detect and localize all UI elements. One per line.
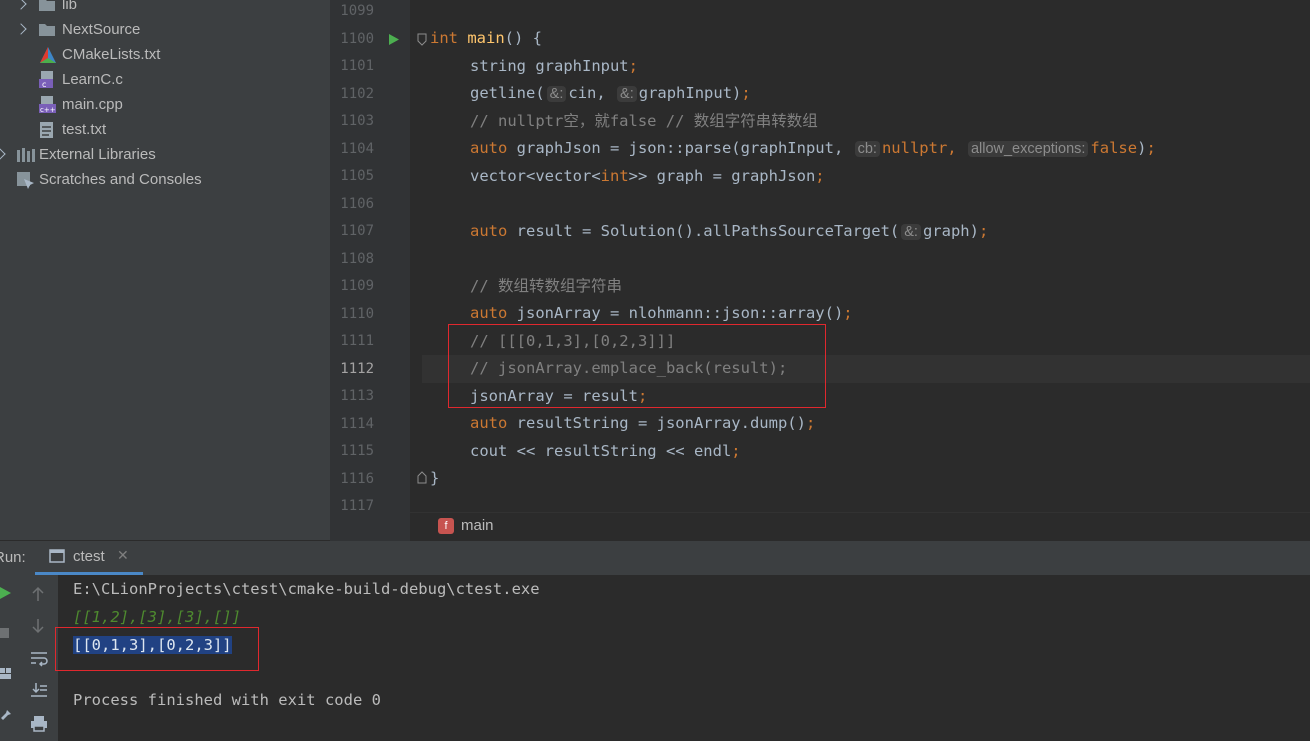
svg-text:c++: c++ xyxy=(40,106,56,114)
code-line-1109[interactable]: // 数组转数组字符串 xyxy=(470,273,622,301)
function-badge-icon: f xyxy=(438,518,454,534)
param-hint: &: xyxy=(546,86,567,102)
cpp-file-icon: c++ xyxy=(39,96,56,114)
folder-icon xyxy=(39,0,55,11)
line-number: 1107 xyxy=(340,223,374,239)
tree-item-testtxt[interactable]: test.txt xyxy=(0,117,330,142)
line-number: 1104 xyxy=(340,140,374,157)
pin-icon[interactable] xyxy=(0,705,12,721)
rerun-icon[interactable] xyxy=(0,586,12,600)
scratches-icon xyxy=(17,172,34,189)
tree-item-maincpp[interactable]: c++ main.cpp xyxy=(0,92,330,117)
line-number: 1115 xyxy=(340,443,374,459)
code-line-1114[interactable]: auto resultString = jsonArray.dump(); xyxy=(470,410,815,438)
c-file-icon: c xyxy=(39,71,53,89)
code-line-1105[interactable]: vector<vector<int>> graph = graphJson; xyxy=(470,163,825,191)
tree-item-external-libraries[interactable]: External Libraries xyxy=(0,142,330,167)
code-line-1102[interactable]: getline(&: cin, &: graphInput); xyxy=(470,80,751,108)
svg-text:c: c xyxy=(42,80,46,89)
print-icon[interactable] xyxy=(30,715,48,732)
tree-item-scratches[interactable]: Scratches and Consoles xyxy=(0,167,330,192)
code-line-1116[interactable]: } xyxy=(430,465,439,493)
line-number: 1110 xyxy=(340,305,374,322)
text-file-icon xyxy=(40,122,53,138)
param-hint: &: xyxy=(901,223,921,240)
console-icon xyxy=(49,549,65,563)
line-number: 1111 xyxy=(340,333,374,349)
line-number: 1102 xyxy=(340,85,374,102)
line-number: 1100 xyxy=(340,30,374,47)
code-line-1115[interactable]: cout << resultString << endl; xyxy=(470,438,741,466)
line-number: 1105 xyxy=(340,168,374,184)
line-number: 1106 xyxy=(340,195,374,212)
line-number: 1112 xyxy=(340,360,374,377)
console-line[interactable]: E:\CLionProjects\ctest\cmake-build-debug… xyxy=(73,575,540,603)
run-label: Run: xyxy=(0,549,26,566)
console-line[interactable]: Process finished with exit code 0 xyxy=(73,686,381,714)
line-number: 1099 xyxy=(340,3,374,19)
tab-ctest-label: ctest xyxy=(73,548,105,565)
arrow-up-icon[interactable] xyxy=(30,586,46,602)
gutter-footer xyxy=(330,512,410,541)
folder-icon xyxy=(39,24,55,36)
annotation-box-output xyxy=(55,627,259,671)
tree-item-lib[interactable]: lib xyxy=(0,0,330,17)
chevron-right-icon[interactable] xyxy=(15,0,27,10)
code-line-1103[interactable]: // nullptr空，就false // 数组字符串转数组 xyxy=(470,108,818,136)
layout-icon[interactable] xyxy=(0,667,12,681)
line-number: 1108 xyxy=(340,250,374,267)
code-line-1100[interactable]: int main() { xyxy=(430,25,542,53)
code-line-1101[interactable]: string graphInput; xyxy=(470,53,638,81)
chevron-right-icon[interactable] xyxy=(15,23,27,35)
run-gutter-icon[interactable] xyxy=(388,33,400,46)
code-line-1107[interactable]: auto result = Solution().allPathsSourceT… xyxy=(470,218,988,246)
cmake-icon xyxy=(40,47,56,63)
breadcrumb-item-main[interactable]: main xyxy=(461,517,494,534)
param-hint: cb: xyxy=(854,141,880,157)
annotation-box-code xyxy=(448,324,826,408)
tree-item-cmakelists[interactable]: CMakeLists.txt xyxy=(0,42,330,67)
editor-gutter: 1099 1100 1101 1102 1103 1104 1105 1106 1107 1108… xyxy=(330,0,427,514)
line-number: 1103 xyxy=(340,113,374,129)
chevron-right-icon[interactable] xyxy=(0,148,6,160)
line-number: 1116 xyxy=(340,470,374,487)
run-toolbar: Run: ctest ✕ xyxy=(0,541,1310,576)
libraries-icon xyxy=(17,148,35,162)
line-number: 1109 xyxy=(340,278,374,294)
param-hint: allow_exceptions: xyxy=(967,141,1089,157)
arrow-down-icon[interactable] xyxy=(30,618,46,634)
tree-item-learnc[interactable]: c LearnC.c xyxy=(0,67,330,92)
line-number: 1114 xyxy=(340,415,374,432)
code-line-1104[interactable]: auto graphJson = json::parse(graphInput,… xyxy=(470,135,1156,163)
run-side-toolbar xyxy=(0,575,58,741)
soft-wrap-icon[interactable] xyxy=(30,651,48,667)
close-icon[interactable]: ✕ xyxy=(117,547,129,564)
stop-icon[interactable] xyxy=(0,627,10,639)
project-tree: lib NextSource CMakeLists.txt c LearnC.c… xyxy=(0,0,330,540)
tab-ctest[interactable]: ctest ✕ xyxy=(35,541,143,575)
tree-item-nextsource[interactable]: NextSource xyxy=(0,17,330,42)
line-number: 1113 xyxy=(340,388,374,404)
code-editor[interactable]: int main() { string graphInput; getline(… xyxy=(410,0,1310,512)
breadcrumb[interactable]: f main xyxy=(410,512,1310,541)
line-number: 1101 xyxy=(340,58,374,74)
param-hint: &: xyxy=(617,86,637,102)
scroll-to-end-icon[interactable] xyxy=(30,682,48,698)
